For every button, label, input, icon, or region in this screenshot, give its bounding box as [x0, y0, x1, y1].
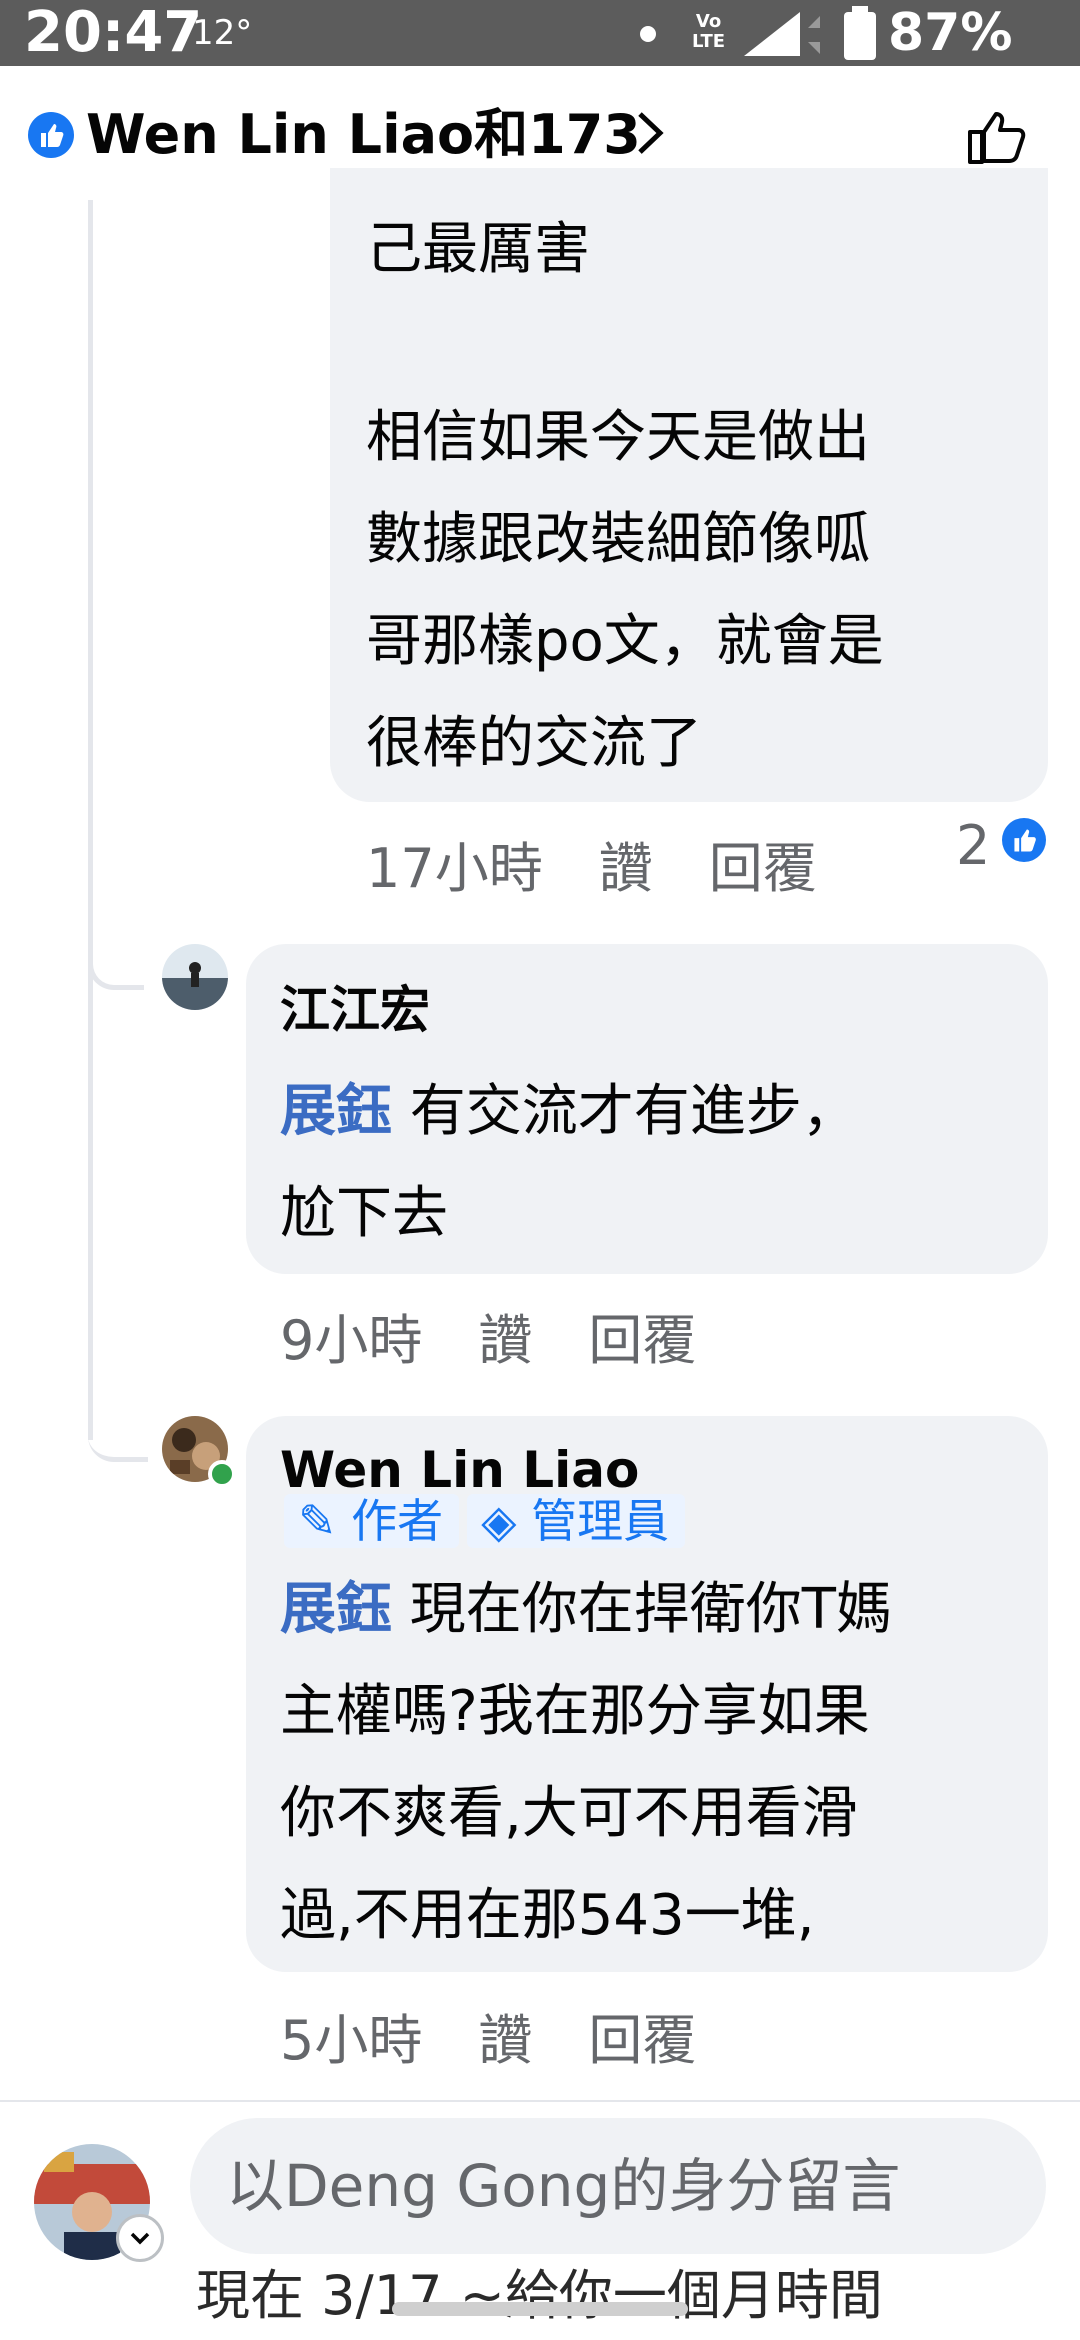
- thread-branch: [88, 1422, 148, 1462]
- signal-icon: [744, 12, 820, 56]
- admin-badge-label: 管理員: [531, 1494, 670, 1548]
- comment-meta: 17小時讚回覆: [366, 834, 873, 904]
- comment-text-line: 哥那樣po文，就會是: [366, 609, 884, 674]
- comment-text-line: 尬下去: [280, 1181, 448, 1246]
- comment-meta: 5小時讚回覆: [280, 2006, 752, 2076]
- comment-text-line: 過,不用在那543一堆,: [280, 1883, 815, 1948]
- volte-icon: Vo LTE: [692, 11, 726, 52]
- comment-text-line: 相信如果今天是做出: [366, 405, 870, 470]
- comment-input[interactable]: [190, 2118, 1046, 2254]
- battery-percentage: 87%: [888, 3, 1013, 63]
- comment-text-line: 現在你在捍衛你T媽: [392, 1577, 893, 1642]
- comment-timestamp: 5小時: [280, 2009, 423, 2072]
- comment-text-line: 主權嗎?我在那分享如果: [280, 1679, 870, 1744]
- comment-text-line: 數據跟改裝細節像呱: [366, 507, 870, 572]
- comment-text-line: 有交流才有進步，: [392, 1079, 858, 1144]
- like-link[interactable]: 讚: [478, 1306, 532, 1376]
- like-reaction-icon: [28, 112, 74, 158]
- comment-author[interactable]: Wen Lin Liao: [280, 1438, 639, 1502]
- comment-text: 展鈺 現在你在捍衛你T媽: [280, 1558, 1020, 1662]
- reply-link[interactable]: 回覆: [588, 1306, 696, 1376]
- status-temperature: 12°: [192, 13, 253, 53]
- comment-text: 展鈺 有交流才有進步，: [280, 1060, 1020, 1164]
- author-badges: ✎ 作者 ◈ 管理員: [284, 1494, 693, 1548]
- like-link[interactable]: 讚: [478, 2006, 532, 2076]
- reactors-summary-link[interactable]: Wen Lin Liao和173: [86, 98, 641, 172]
- status-time: 20:47: [24, 0, 203, 65]
- chevron-down-icon[interactable]: [116, 2214, 164, 2262]
- thread-branch: [88, 950, 144, 990]
- admin-badge: ◈ 管理員: [467, 1494, 686, 1548]
- author-badge-label: 作者: [351, 1494, 444, 1548]
- comment-text-line: 你不爽看,大可不用看滑: [280, 1781, 858, 1846]
- like-reaction-icon: [1002, 818, 1046, 862]
- chevron-right-icon[interactable]: [634, 108, 666, 158]
- avatar[interactable]: [162, 944, 228, 1010]
- comment-meta: 9小時讚回覆: [280, 1306, 752, 1376]
- thumbs-up-icon[interactable]: [966, 106, 1030, 166]
- status-bar: 20:47 12° Vo LTE 87%: [0, 0, 1080, 66]
- reply-link[interactable]: 回覆: [588, 2006, 696, 2076]
- battery-icon: [844, 6, 876, 60]
- comment-text-line: 很棒的交流了: [366, 711, 702, 776]
- comment-timestamp: 9小時: [280, 1309, 423, 1372]
- mention-link[interactable]: 展鈺: [280, 1079, 392, 1144]
- author-badge: ✎ 作者: [284, 1494, 460, 1548]
- comment-author[interactable]: 江江宏: [280, 978, 430, 1042]
- underlying-post-text: 現在 3/17 ~給你一個月時間: [196, 2264, 883, 2327]
- mention-link[interactable]: 展鈺: [280, 1577, 392, 1642]
- comment-text-line: 己最厲害: [366, 217, 590, 282]
- home-indicator[interactable]: [392, 2302, 688, 2316]
- online-status-icon: [208, 1460, 236, 1488]
- network-label: LTE: [692, 31, 726, 52]
- thread-line: [88, 200, 93, 1440]
- reply-link[interactable]: 回覆: [709, 834, 817, 904]
- like-link[interactable]: 讚: [599, 834, 653, 904]
- notification-dot-icon: [640, 26, 656, 42]
- reaction-count[interactable]: 2: [956, 814, 990, 878]
- comment-timestamp: 17小時: [366, 837, 543, 900]
